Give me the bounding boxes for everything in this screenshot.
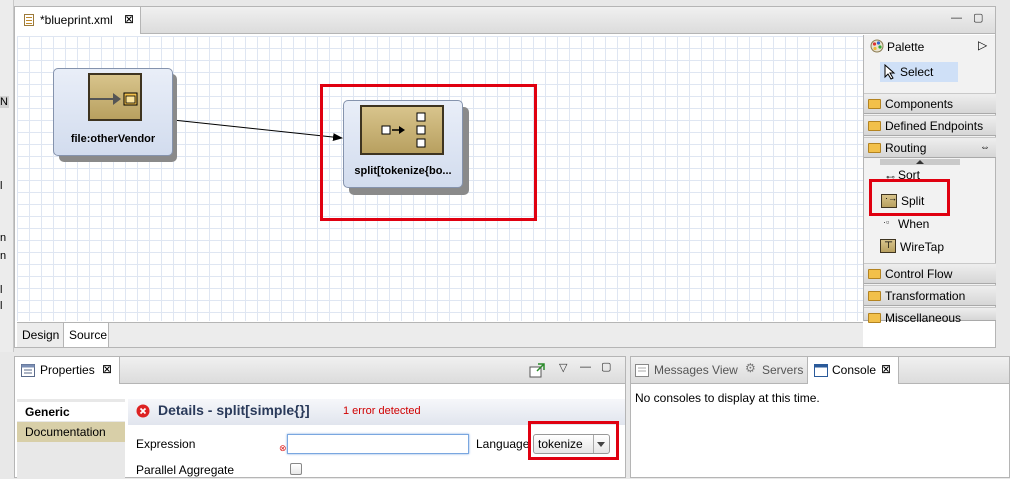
drawer-label: Components xyxy=(885,97,954,111)
left-panel-char: l xyxy=(0,300,3,312)
highlight-box-language xyxy=(528,421,619,460)
expand-palette-icon[interactable]: ▷ xyxy=(978,38,987,52)
tab-label: Design xyxy=(22,328,60,342)
drawer-transformation[interactable]: Transformation xyxy=(864,285,996,306)
editor-mode-tabs: Design Source xyxy=(17,322,863,347)
error-count: 1 error detected xyxy=(343,405,421,417)
maximize-icon[interactable]: ▢ xyxy=(973,11,983,24)
left-panel-char: n xyxy=(0,232,7,244)
drawer-components[interactable]: Components xyxy=(864,93,996,114)
left-panel-char: N xyxy=(0,96,9,108)
folder-icon xyxy=(868,99,881,109)
drawer-label: Routing xyxy=(885,141,927,155)
palette-item-label: WireTap xyxy=(900,240,945,254)
editor-pane: *blueprint.xml ⊠ — ▢ file:otherVendor sp… xyxy=(14,6,996,348)
close-icon[interactable]: ⊠ xyxy=(124,12,134,26)
left-panel-char: l xyxy=(0,284,3,296)
tab-properties[interactable]: Properties ⊠ xyxy=(15,357,120,384)
folder-icon xyxy=(868,291,881,301)
palette: Palette ▷ Select Components Defined Endp… xyxy=(863,35,996,325)
collapse-arrows-icon[interactable]: ⇔ xyxy=(980,142,990,153)
console-message: No consoles to display at this time. xyxy=(635,391,820,405)
palette-title: Palette xyxy=(887,40,925,54)
palette-icon xyxy=(870,39,884,53)
drawer-label: Control Flow xyxy=(885,267,953,281)
pin-icon[interactable] xyxy=(529,363,545,379)
side-tab-label: Generic xyxy=(25,405,70,419)
folder-icon xyxy=(868,313,881,323)
drawer-label: Miscellaneous xyxy=(885,311,962,325)
tab-label: Properties xyxy=(40,363,95,377)
tab-console[interactable]: Console ⊠ xyxy=(807,357,899,384)
console-icon xyxy=(814,364,828,377)
side-tab-documentation[interactable]: Documentation xyxy=(17,422,125,442)
drawer-miscellaneous[interactable]: Miscellaneous xyxy=(864,307,996,325)
servers-icon: ⚙ xyxy=(745,361,756,375)
tab-servers[interactable]: ⚙ Servers xyxy=(745,357,807,384)
wiretap-icon: ┬ xyxy=(880,237,896,253)
editor-tab-blueprint[interactable]: *blueprint.xml ⊠ xyxy=(15,7,141,34)
side-tab-label: Documentation xyxy=(25,425,106,439)
parallel-aggregate-label: Parallel Aggregate xyxy=(136,463,235,477)
highlight-box-split-node xyxy=(320,84,537,221)
xml-file-icon xyxy=(24,14,34,26)
console-tabbar: Messages View ⚙ Servers Console ⊠ xyxy=(631,357,1009,384)
details-title: Details - split[simple{}] xyxy=(158,402,310,418)
minimize-icon[interactable]: — xyxy=(951,12,962,24)
palette-item-wiretap[interactable]: ┬ WireTap xyxy=(880,237,970,257)
node-label: file:otherVendor xyxy=(70,133,156,145)
close-icon[interactable]: ⊠ xyxy=(102,362,112,376)
properties-side-tabs: Generic Documentation xyxy=(17,399,125,479)
when-icon: ·▫ xyxy=(883,217,890,227)
folder-icon xyxy=(868,121,881,131)
parallel-aggregate-checkbox[interactable] xyxy=(290,463,302,475)
tab-design[interactable]: Design xyxy=(17,323,64,347)
left-clipped-panel: N l n n l l xyxy=(0,0,14,352)
properties-tabbar: Properties ⊠ ▽ — ▢ xyxy=(15,357,625,384)
endpoint-icon xyxy=(88,73,142,121)
expression-input[interactable] xyxy=(287,434,469,454)
tab-label: Source xyxy=(69,328,108,342)
view-menu-icon[interactable]: ▽ xyxy=(559,361,567,374)
tab-label: Servers xyxy=(762,363,804,377)
pointer-icon xyxy=(884,64,896,80)
language-label: Language xyxy=(476,437,530,451)
messages-icon xyxy=(635,364,649,377)
tab-label: Messages View xyxy=(654,363,738,377)
palette-select-tool[interactable]: Select xyxy=(880,62,958,82)
drawer-label: Defined Endpoints xyxy=(885,119,984,133)
palette-scroll-indicator[interactable] xyxy=(880,159,960,165)
highlight-box-split-palette xyxy=(869,179,950,216)
endpoint-node-file[interactable]: file:otherVendor xyxy=(53,68,173,156)
minimize-icon[interactable]: — xyxy=(580,361,591,373)
side-tab-generic[interactable]: Generic xyxy=(17,402,125,421)
error-icon xyxy=(136,404,150,418)
field-error-icon: ⊗ xyxy=(279,443,287,453)
drawer-control-flow[interactable]: Control Flow xyxy=(864,263,996,284)
properties-panel: Properties ⊠ ▽ — ▢ Generic Documentation… xyxy=(14,356,626,479)
editor-tabbar: *blueprint.xml ⊠ — ▢ xyxy=(15,7,995,34)
drawer-defined-endpoints[interactable]: Defined Endpoints xyxy=(864,115,996,136)
left-panel-char: l xyxy=(0,180,3,192)
route-canvas[interactable]: file:otherVendor split[tokenize{bo... xyxy=(17,36,863,321)
tab-messages-view[interactable]: Messages View xyxy=(635,357,743,384)
maximize-icon[interactable]: ▢ xyxy=(601,360,611,373)
palette-item-label: When xyxy=(898,217,930,231)
left-panel-char: n xyxy=(0,250,7,262)
properties-icon xyxy=(21,364,35,377)
folder-icon xyxy=(868,269,881,279)
editor-tab-label: *blueprint.xml xyxy=(40,13,113,27)
palette-item-when[interactable]: ·▫ When xyxy=(880,215,970,233)
console-panel: Messages View ⚙ Servers Console ⊠ No con… xyxy=(630,356,1010,478)
tab-label: Console xyxy=(832,363,877,377)
drawer-routing[interactable]: Routing ⇔ xyxy=(864,137,996,158)
expression-label: Expression xyxy=(136,437,196,451)
close-icon[interactable]: ⊠ xyxy=(881,362,891,376)
drawer-label: Transformation xyxy=(885,289,966,303)
tab-source[interactable]: Source xyxy=(64,323,109,347)
select-tool-label: Select xyxy=(900,65,934,79)
scroll-up-icon xyxy=(916,160,924,164)
folder-icon xyxy=(868,143,881,153)
palette-header: Palette ▷ xyxy=(864,35,996,61)
